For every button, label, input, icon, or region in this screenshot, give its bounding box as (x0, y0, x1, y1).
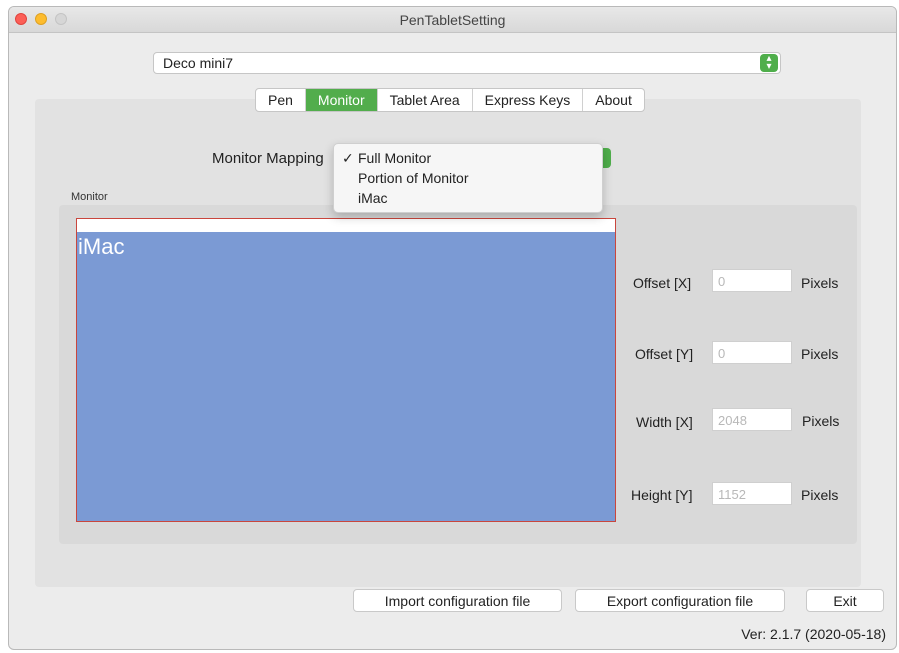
monitor-group-label: Monitor (71, 191, 108, 203)
offset-x-label: Offset [X] (633, 275, 692, 291)
width-label: Width [X] (636, 414, 693, 430)
height-input[interactable]: 1152 (712, 482, 792, 505)
export-config-button[interactable]: Export configuration file (575, 589, 785, 612)
height-unit: Pixels (801, 487, 839, 503)
app-window: PenTabletSetting Deco mini7 ▴ ▾ Pen Monit… (8, 6, 897, 650)
offset-y-label: Offset [Y] (635, 346, 694, 362)
title-bar[interactable]: PenTabletSetting (9, 7, 896, 33)
exit-button[interactable]: Exit (806, 589, 884, 612)
monitor-mapping-label: Monitor Mapping (212, 150, 324, 167)
width-unit: Pixels (802, 413, 840, 429)
offset-y-input[interactable]: 0 (712, 341, 792, 364)
tab-about[interactable]: About (583, 89, 644, 111)
dropdown-item-portion-of-monitor[interactable]: Portion of Monitor (334, 169, 602, 189)
dropdown-item-full-monitor[interactable]: ✓ Full Monitor (334, 149, 602, 169)
version-label: Ver: 2.1.7 (2020-05-18) (741, 626, 886, 642)
tab-monitor[interactable]: Monitor (305, 89, 378, 111)
checkmark-icon: ✓ (342, 150, 354, 166)
monitor-preview-name: iMac (78, 234, 125, 259)
height-label: Height [Y] (631, 487, 693, 503)
tab-express-keys[interactable]: Express Keys (473, 89, 584, 111)
device-select[interactable]: Deco mini7 ▴ ▾ (153, 52, 781, 74)
tab-tablet-area[interactable]: Tablet Area (378, 89, 473, 111)
offset-y-unit: Pixels (801, 346, 839, 362)
monitor-mapping-dropdown[interactable]: ✓ Full Monitor Portion of Monitor iMac (333, 143, 603, 213)
monitor-preview[interactable]: iMac (76, 218, 616, 522)
device-select-stepper-icon: ▴ ▾ (760, 54, 778, 72)
dropdown-item-label: Full Monitor (358, 150, 432, 166)
offset-x-unit: Pixels (801, 275, 839, 291)
device-select-value: Deco mini7 (163, 55, 234, 71)
monitor-preview-strip (77, 219, 615, 232)
tab-bar: Pen Monitor Tablet Area Express Keys Abo… (255, 88, 645, 112)
import-config-button[interactable]: Import configuration file (353, 589, 562, 612)
tab-pen[interactable]: Pen (256, 89, 306, 111)
dropdown-item-label: iMac (358, 190, 388, 206)
offset-x-input[interactable]: 0 (712, 269, 792, 292)
dropdown-item-imac[interactable]: iMac (334, 189, 602, 209)
dropdown-item-label: Portion of Monitor (358, 170, 469, 186)
window-title: PenTabletSetting (399, 12, 506, 28)
width-input[interactable]: 2048 (712, 408, 792, 431)
